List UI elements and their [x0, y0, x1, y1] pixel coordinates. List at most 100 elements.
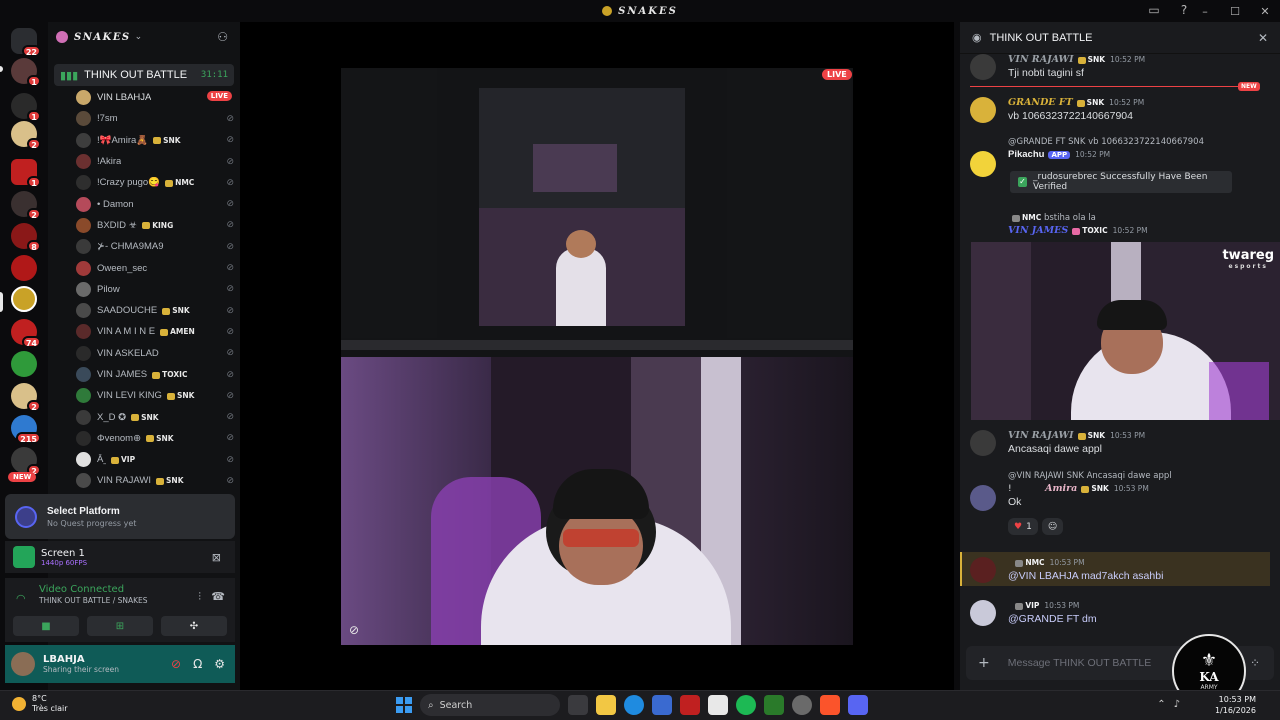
voice-member[interactable]: !Crazy pugo😋 NMC ⊘ — [76, 172, 236, 193]
avatar[interactable] — [76, 409, 91, 425]
avatar[interactable] — [970, 485, 996, 511]
quest-panel[interactable]: Select Platform No Quest progress yet — [5, 494, 235, 539]
noise-suppression-icon[interactable]: ⫶ — [198, 590, 201, 604]
server-icon[interactable]: 2 — [11, 383, 41, 412]
avatar[interactable] — [76, 452, 91, 468]
voice-member[interactable]: VIN A M I N E AMEN ⊘ — [76, 321, 236, 342]
server-icon[interactable]: 1 — [11, 159, 41, 188]
share-screen-button[interactable]: ⊞ — [87, 616, 153, 636]
server-icon[interactable] — [11, 255, 37, 281]
close-icon[interactable]: ✕ — [1258, 31, 1268, 45]
voice-member[interactable]: Ā ̲ VIP ⊘ — [76, 449, 236, 470]
store-icon[interactable] — [652, 695, 672, 715]
picture-in-picture-stream[interactable]: twareg esports — [971, 242, 1280, 420]
direct-messages-icon[interactable]: 22 — [11, 28, 41, 57]
avatar[interactable] — [970, 600, 996, 626]
add-reaction-button[interactable]: ☺ — [1041, 518, 1064, 535]
taskbar-search[interactable]: ⌕ Search — [420, 694, 560, 716]
gear-icon[interactable]: ⚙ — [214, 657, 225, 671]
voice-member[interactable]: X_D ✪ SNK ⊘ — [76, 406, 236, 427]
edge-icon[interactable] — [624, 695, 644, 715]
server-icon[interactable]: 1 — [11, 58, 41, 87]
main-stream-video[interactable]: ⊘ — [341, 357, 853, 645]
app-icon[interactable] — [764, 695, 784, 715]
voice-member[interactable]: VIN RAJAWI SNK ⊘ — [76, 470, 236, 491]
spotify-icon[interactable] — [736, 695, 756, 715]
server-icon[interactable]: 215 — [11, 415, 41, 444]
avatar[interactable] — [76, 175, 91, 191]
brave-icon[interactable] — [820, 695, 840, 715]
voice-member[interactable]: !Akira ⊘ — [76, 151, 236, 172]
plus-icon[interactable]: + — [978, 655, 990, 671]
mute-mic-icon[interactable]: ⊘ — [171, 657, 181, 671]
activities-button[interactable]: ✣ — [161, 616, 227, 636]
avatar[interactable] — [76, 217, 91, 233]
task-view-icon[interactable] — [568, 695, 588, 715]
avatar[interactable] — [11, 652, 35, 676]
server-icon[interactable]: 1 — [11, 93, 41, 122]
avatar[interactable] — [76, 473, 91, 489]
avatar[interactable] — [970, 97, 996, 123]
discord-icon[interactable] — [848, 695, 868, 715]
guild-header[interactable]: SNAKES ⌄ ⚇ — [48, 22, 240, 52]
message-author[interactable]: VIN RAJAWI — [1008, 430, 1074, 441]
avatar[interactable] — [76, 281, 91, 297]
notepad-icon[interactable] — [708, 695, 728, 715]
message-author[interactable] — [1008, 557, 1011, 568]
avatar[interactable] — [76, 388, 91, 404]
voice-member[interactable]: Φvenom⊕ SNK ⊘ — [76, 428, 236, 449]
apps-icon[interactable]: ⁘ — [1250, 656, 1260, 670]
voice-member[interactable]: VIN LEVI KING SNK ⊘ — [76, 385, 236, 406]
minimize-button[interactable]: – — [1190, 0, 1220, 22]
voice-member[interactable]: SAADOUCHE SNK ⊘ — [76, 300, 236, 321]
headphones-icon[interactable]: Ω — [193, 657, 202, 671]
server-icon[interactable]: 2 — [11, 121, 41, 150]
voice-member[interactable]: VIN JAMES TOXIC ⊘ — [76, 364, 236, 385]
start-button[interactable] — [396, 697, 412, 713]
server-icon[interactable]: 74 — [11, 319, 41, 348]
reply-reference[interactable]: @VIN RAJAWI SNK Ancasaqi dawe appl — [1008, 471, 1270, 481]
reply-reference[interactable]: bstiha ola la — [1044, 213, 1096, 223]
avatar[interactable] — [76, 154, 91, 170]
camera-button[interactable]: ■ — [13, 616, 79, 636]
new-servers-badge[interactable]: NEW — [8, 472, 37, 482]
voice-member[interactable]: Pilow ⊘ — [76, 279, 236, 300]
app-icon[interactable] — [680, 695, 700, 715]
server-icon[interactable]: 2 — [11, 447, 41, 476]
app-icon[interactable] — [792, 695, 812, 715]
message-author[interactable] — [1008, 600, 1011, 611]
avatar[interactable] — [76, 367, 91, 382]
disconnect-icon[interactable]: ☎ — [211, 590, 225, 603]
maximize-button[interactable]: ☐ — [1220, 0, 1250, 22]
voice-member[interactable]: !🎀Amira🧸 SNK ⊘ — [76, 130, 236, 151]
stop-stream-icon[interactable]: ⊠ — [212, 551, 221, 564]
message-author[interactable]: VIN JAMES — [1008, 225, 1068, 236]
voice-channel-think-out-battle[interactable]: ▮▮▮ THINK OUT BATTLE 31:11 — [54, 64, 234, 86]
avatar[interactable] — [970, 54, 996, 80]
screen-share-panel[interactable]: Screen 1 1440p 60FPS ⊠ — [5, 541, 235, 573]
close-window-button[interactable]: ✕ — [1250, 0, 1280, 22]
avatar[interactable] — [76, 260, 91, 276]
voice-member[interactable]: !7sm ⊘ — [76, 108, 236, 129]
avatar[interactable] — [76, 239, 91, 255]
message-author[interactable]: Amira — [1045, 483, 1077, 494]
avatar[interactable] — [76, 132, 91, 148]
server-icon[interactable]: 2 — [11, 191, 41, 220]
server-icon[interactable]: 8 — [11, 223, 41, 252]
weather-widget[interactable]: 8°C Très clair — [12, 694, 68, 714]
avatar[interactable] — [76, 345, 91, 361]
message-author[interactable]: GRANDE FT — [1008, 97, 1073, 108]
voice-member[interactable]: Oween_sec ⊘ — [76, 257, 236, 278]
server-icon[interactable] — [11, 351, 37, 377]
invite-people-icon[interactable]: ⚇ — [217, 30, 228, 44]
voice-member[interactable]: VIN ASKELAD ⊘ — [76, 343, 236, 364]
avatar[interactable] — [76, 196, 91, 212]
voice-member[interactable]: ⊁- CHMA9MA9 ⊘ — [76, 236, 236, 257]
microphone-icon[interactable]: ♪ — [1174, 699, 1180, 710]
voice-member[interactable]: BXDID ☣ KING ⊘ — [76, 215, 236, 236]
heart-reaction[interactable]: ♥ 1 — [1008, 518, 1038, 535]
reply-reference[interactable]: @GRANDE FT SNK vb 1066323722140667904 — [1008, 137, 1270, 147]
avatar[interactable] — [76, 303, 91, 319]
file-explorer-icon[interactable] — [596, 695, 616, 715]
message-author[interactable]: VIN RAJAWI — [1008, 54, 1074, 65]
